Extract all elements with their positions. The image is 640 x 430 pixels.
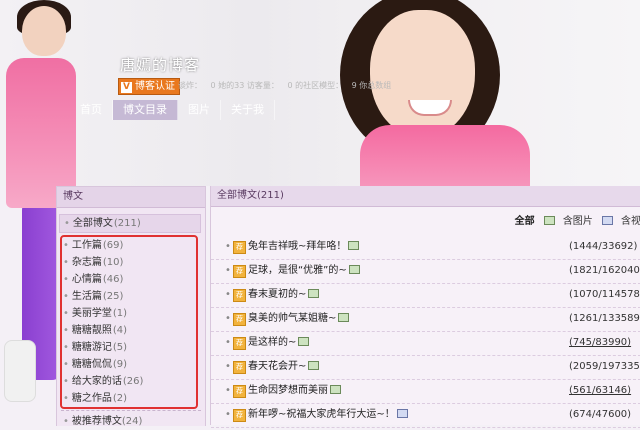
article-list-title: 全部博文(211) <box>211 186 640 207</box>
article-type-icon: 荐 <box>233 409 246 422</box>
article-type-icon: 荐 <box>233 241 246 254</box>
article-stats[interactable]: (2059/197335) <box>569 356 640 378</box>
meta-item: 谈炸： <box>178 81 202 90</box>
meta-item: 0 她的33 访客量： <box>210 81 279 90</box>
article-row: • 荐足球，是很“优雅”的~ (1821/162040) <box>211 260 640 284</box>
video-icon <box>602 216 613 225</box>
article-title: 新年啰~祝福大家虎年行大运~！ <box>248 409 395 420</box>
article-row: • 荐新年啰~祝福大家虎年行大运~！ (674/47600) <box>211 404 640 428</box>
image-icon <box>308 289 320 298</box>
image-icon <box>348 241 360 250</box>
article-row: • 荐生命因梦想而美丽 (561/63146) <box>211 380 640 404</box>
image-icon <box>338 313 350 322</box>
image-icon <box>330 385 341 394</box>
filter-bar: 全部 含图片 含视 <box>509 214 640 230</box>
article-title: 臭美的帅气某姐糖~ <box>248 313 337 324</box>
article-row: • 荐臭美的帅气某姐糖~ (1261/133589) <box>211 308 640 332</box>
article-row: • 荐春末夏初的~ (1070/114578) <box>211 284 640 308</box>
category-all[interactable]: • 全部博文(211) <box>59 214 201 233</box>
article-title: 足球，是很“优雅”的~ <box>248 265 347 276</box>
article-stats[interactable]: (561/63146) <box>569 380 631 402</box>
article-list: • 荐兔年吉祥哦~拜年咯！ (1444/33692) • 荐足球，是很“优雅”的~ (1… <box>211 236 640 428</box>
category-panel-title: 博文 <box>57 187 205 208</box>
article-stats[interactable]: (674/47600) <box>569 404 631 426</box>
verify-badge[interactable]: V 博客认证 <box>118 78 180 95</box>
category-recommended[interactable]: • 被推荐博文(24) <box>63 413 142 430</box>
article-title: 生命因梦想而美丽 <box>248 385 328 396</box>
article-type-icon: 荐 <box>233 265 246 278</box>
image-icon <box>543 216 555 225</box>
article-row: • 荐春天花会开~ (2059/197335) <box>211 356 640 380</box>
filter-all[interactable]: 全部 <box>515 216 535 227</box>
category-panel: 博文 • 全部博文(211) • 工作篇(69) • 杂志篇(10) • 心情篇(46)… <box>56 186 206 427</box>
article-type-icon: 荐 <box>233 289 246 302</box>
divider <box>61 410 201 411</box>
article-title: 兔年吉祥哦~拜年咯！ <box>248 241 347 252</box>
image-icon <box>298 337 310 346</box>
meta-item: 9 你总数组 <box>351 81 392 90</box>
article-type-icon: 荐 <box>233 337 246 350</box>
article-stats[interactable]: (1261/133589) <box>569 308 640 330</box>
filter-with-images[interactable]: 含图片 <box>543 216 593 227</box>
blog-nav: 首页 博文目录 图片 关于我 <box>70 100 275 120</box>
image-icon <box>348 265 360 274</box>
article-type-icon: 荐 <box>233 313 246 326</box>
image-icon <box>396 409 408 418</box>
article-title: 春末夏初的~ <box>248 289 307 300</box>
blog-banner: 唐嫣的博客 V 博客认证 谈炸： 0 她的33 访客量： 0 的社区模型： 9 你… <box>0 0 640 186</box>
nav-photos[interactable]: 图片 <box>178 100 221 120</box>
article-title: 春天花会开~ <box>248 361 307 372</box>
article-stats[interactable]: (745/83990) <box>569 332 631 354</box>
verify-label: 博客认证 <box>135 81 175 92</box>
article-type-icon: 荐 <box>233 385 246 398</box>
article-stats[interactable]: (1070/114578) <box>569 284 640 306</box>
article-type-icon: 荐 <box>233 361 246 374</box>
meta-item: 0 的社区模型： <box>287 81 344 90</box>
article-row: • 荐是这样的~ (745/83990) <box>211 332 640 356</box>
blog-meta-bar: 谈炸： 0 她的33 访客量： 0 的社区模型： 9 你总数组 <box>178 80 397 91</box>
nav-about[interactable]: 关于我 <box>221 100 275 120</box>
image-icon <box>308 361 320 370</box>
filter-with-video[interactable]: 含视 <box>602 216 640 227</box>
check-icon: V <box>121 82 132 93</box>
highlight-box <box>60 235 198 409</box>
nav-article-list[interactable]: 博文目录 <box>113 100 178 120</box>
banner-portrait-image <box>330 0 530 186</box>
article-row: • 荐兔年吉祥哦~拜年咯！ (1444/33692) <box>211 236 640 260</box>
blog-title[interactable]: 唐嫣的博客 <box>120 54 200 75</box>
article-stats[interactable]: (1821/162040) <box>569 260 640 282</box>
article-stats[interactable]: (1444/33692) <box>569 236 637 258</box>
article-title: 是这样的~ <box>248 337 297 348</box>
article-list-panel: 全部博文(211) 全部 含图片 含视 • 荐兔年吉祥哦~拜年咯！ (1444/33… <box>210 186 640 428</box>
